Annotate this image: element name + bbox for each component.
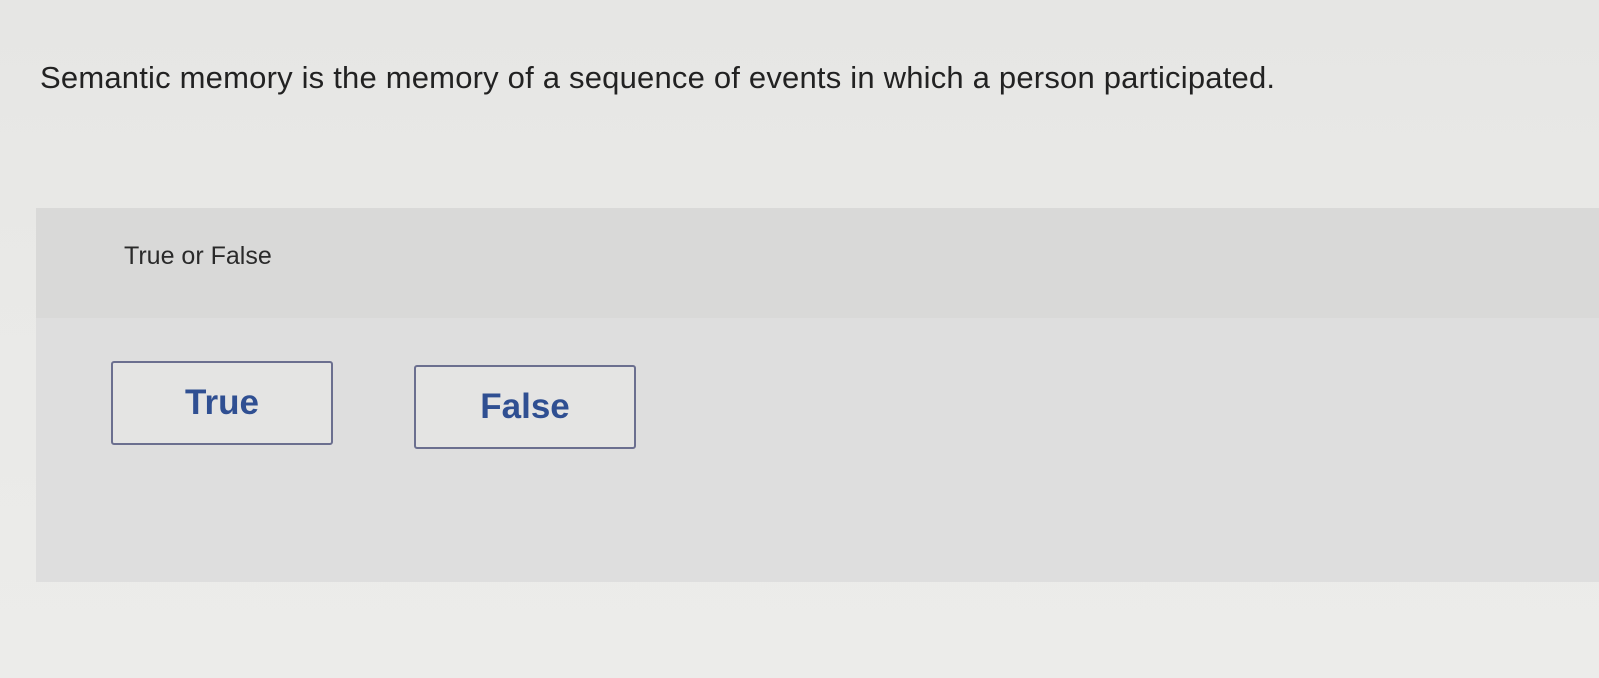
answer-panel: True or False True False [36, 208, 1599, 582]
true-button[interactable]: True [111, 361, 333, 445]
false-button[interactable]: False [414, 365, 636, 449]
true-or-false-label: True or False [124, 242, 272, 270]
question-text: Semantic memory is the memory of a seque… [40, 60, 1276, 95]
